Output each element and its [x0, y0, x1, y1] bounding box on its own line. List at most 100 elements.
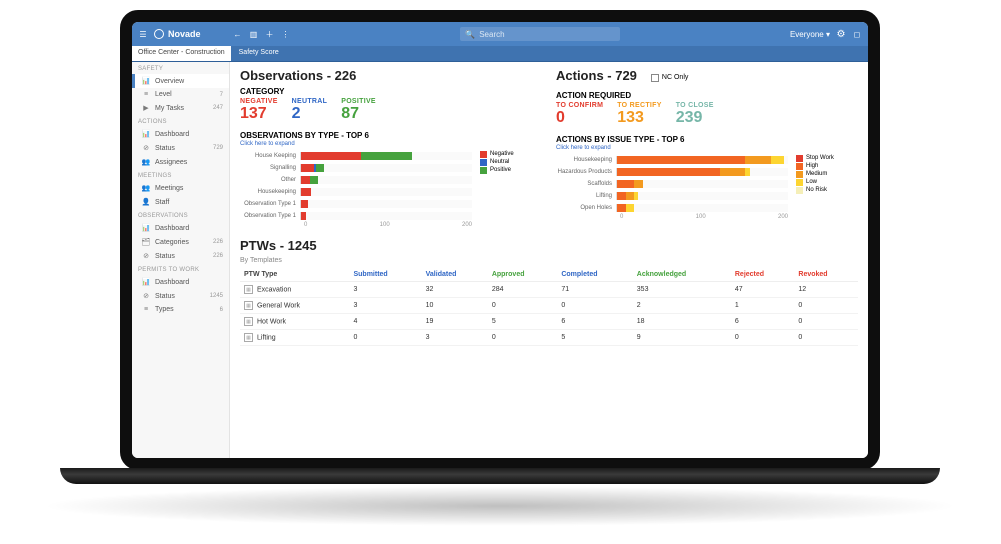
bar-track — [616, 192, 788, 200]
sidebar-item-dashboard[interactable]: 📊 Dashboard — [132, 127, 229, 141]
brand-logo[interactable]: Novade — [154, 29, 201, 39]
legend-item: Neutral — [480, 159, 542, 166]
bar-label: Scaffolds — [556, 181, 616, 187]
ptw-header[interactable]: Rejected — [731, 268, 795, 282]
sidebar-item-status[interactable]: ⊘ Status 226 — [132, 249, 229, 263]
sidebar-item-my-tasks[interactable]: ▶ My Tasks 247 — [132, 101, 229, 115]
legend-label: Low — [806, 179, 817, 185]
ptw-header[interactable]: Completed — [557, 268, 632, 282]
sidebar-item-dashboard[interactable]: 📊 Dashboard — [132, 221, 229, 235]
table-cell: 0 — [488, 297, 558, 313]
legend-swatch — [480, 167, 487, 174]
bar-segment — [720, 168, 746, 176]
laptop-screen: ☰ Novade ← ▥ ＋ ⋮ 🔍 Everyone ▾ ⚙ ◻ Office… — [120, 10, 880, 470]
bar-segment — [634, 180, 643, 188]
table-cell: 6 — [731, 313, 795, 329]
bar-label: Observation Type 1 — [240, 201, 300, 207]
bar-label: Other — [240, 177, 300, 183]
table-cell: 1 — [731, 297, 795, 313]
sidebar-item-label: Dashboard — [155, 225, 189, 232]
laptop-shadow — [40, 486, 960, 526]
obs-chart[interactable]: House KeepingSignallingOtherHousekeeping… — [240, 150, 472, 228]
table-row[interactable]: ▦Hot Work419561860 — [240, 313, 858, 329]
sidebar-item-meetings[interactable]: 👥 Meetings — [132, 181, 229, 195]
stat-negative: NEGATIVE 137 — [240, 98, 278, 123]
table-cell: 0 — [349, 329, 421, 345]
app-topbar: ☰ Novade ← ▥ ＋ ⋮ 🔍 Everyone ▾ ⚙ ◻ — [132, 22, 868, 46]
sidebar-item-types[interactable]: ≡ Types 6 — [132, 303, 229, 316]
obs-stats: NEGATIVE 137NEUTRAL 2POSITIVE 87 — [240, 98, 542, 123]
menu-icon[interactable]: ☰ — [138, 30, 148, 39]
bar-segment — [310, 176, 319, 184]
bar-segment — [745, 156, 771, 164]
search-icon: 🔍 — [465, 30, 475, 39]
back-icon[interactable]: ← — [233, 30, 243, 39]
ptw-header[interactable]: Acknowledged — [633, 268, 731, 282]
table-row[interactable]: ▦Excavation332284713534712 — [240, 281, 858, 297]
settings-icon[interactable]: ⚙ — [836, 29, 846, 40]
act-legend: Stop WorkHighMediumLowNo Risk — [796, 154, 858, 220]
sidebar-item-categories[interactable]: 🗂 Categories 226 — [132, 235, 229, 249]
actions-title: Actions - 729 — [556, 68, 637, 83]
tab-safety-score[interactable]: Safety Score — [231, 46, 287, 61]
sidebar-item-label: Overview — [155, 78, 184, 85]
sidebar-item-level[interactable]: ≡ Level 7 — [132, 88, 229, 101]
bar-track — [300, 164, 472, 172]
ptw-header[interactable]: Approved — [488, 268, 558, 282]
stat-value: 137 — [240, 105, 278, 123]
ptw-header[interactable]: Submitted — [349, 268, 421, 282]
legend-label: Negative — [490, 151, 514, 157]
legend-swatch — [796, 179, 803, 186]
more-icon[interactable]: ⋮ — [281, 30, 291, 39]
table-cell: 12 — [794, 281, 858, 297]
obs-expand-link[interactable]: Click here to expand — [240, 141, 542, 147]
chart-bar-row: Lifting — [556, 190, 788, 202]
act-chart-title: ACTIONS BY ISSUE TYPE - TOP 6 — [556, 135, 858, 144]
sidebar-item-label: Meetings — [155, 185, 183, 192]
bar-track — [616, 204, 788, 212]
search-box[interactable]: 🔍 — [460, 27, 620, 41]
legend-swatch — [796, 171, 803, 178]
table-row[interactable]: ▦General Work31000210 — [240, 297, 858, 313]
bar-segment — [771, 156, 784, 164]
breadcrumb[interactable]: Office Center - Construction — [132, 46, 231, 61]
sidebar-item-overview[interactable]: 📊 Overview — [132, 74, 229, 88]
sidebar-item-status[interactable]: ⊘ Status 729 — [132, 141, 229, 155]
sidebar-item-status[interactable]: ⊘ Status 1245 — [132, 289, 229, 303]
ptw-header[interactable]: Revoked — [794, 268, 858, 282]
main-content: Observations - 226 CATEGORY NEGATIVE 137… — [230, 62, 868, 458]
brand-name: Novade — [168, 29, 201, 39]
act-chart[interactable]: HousekeepingHazardous ProductsScaffoldsL… — [556, 154, 788, 220]
table-cell: ▦General Work — [240, 297, 349, 313]
folder-icon[interactable]: ▥ — [249, 30, 259, 39]
add-icon[interactable]: ＋ — [265, 29, 275, 40]
sidebar-item-label: Status — [155, 293, 175, 300]
ptw-header[interactable]: PTW Type — [240, 268, 349, 282]
table-cell: 3 — [349, 281, 421, 297]
ptw-header[interactable]: Validated — [422, 268, 488, 282]
table-row[interactable]: ▦Lifting0305900 — [240, 329, 858, 345]
bar-track — [300, 212, 472, 220]
table-cell: 0 — [794, 313, 858, 329]
chart-bar-row: Other — [240, 174, 472, 186]
bar-segment — [617, 168, 720, 176]
bar-label: Open Holes — [556, 205, 616, 211]
bar-segment — [626, 204, 635, 212]
sidebar-item-staff[interactable]: 👤 Staff — [132, 195, 229, 209]
stat-value: 0 — [556, 109, 603, 127]
sidebar-item-assignees[interactable]: 👥 Assignees — [132, 155, 229, 169]
bar-segment — [745, 168, 749, 176]
profile-icon[interactable]: ◻ — [852, 30, 862, 39]
search-input[interactable] — [479, 30, 615, 39]
sidebar-item-dashboard[interactable]: 📊 Dashboard — [132, 275, 229, 289]
sidebar-item-label: Dashboard — [155, 131, 189, 138]
act-expand-link[interactable]: Click here to expand — [556, 145, 858, 151]
table-cell: 0 — [794, 297, 858, 313]
scope-dropdown[interactable]: Everyone ▾ — [790, 30, 830, 39]
sidebar-icon: 📊 — [141, 77, 151, 85]
nc-only-checkbox[interactable]: NC Only — [651, 74, 688, 82]
sidebar-icon: ⊘ — [141, 144, 151, 152]
sidebar-group: MEETINGS — [132, 169, 229, 181]
legend-swatch — [796, 163, 803, 170]
chart-bar-row: Hazardous Products — [556, 166, 788, 178]
